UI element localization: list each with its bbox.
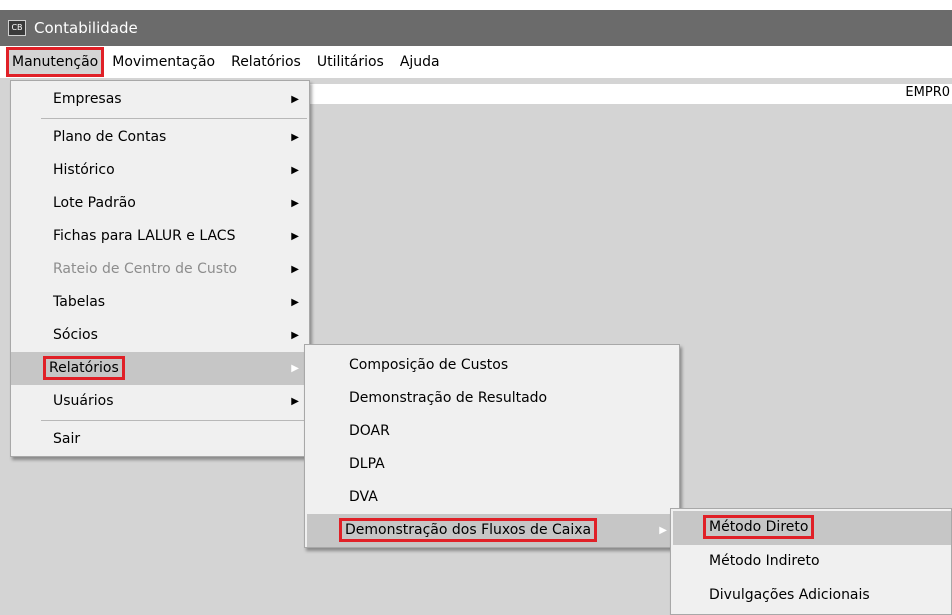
submenu-arrow-icon: ▶ bbox=[291, 330, 299, 341]
menu-item-tabelas[interactable]: Tabelas ▶ bbox=[11, 286, 309, 319]
menu-item-dlpa[interactable]: DLPA bbox=[305, 448, 679, 481]
app-window: CB Contabilidade Manutenção Movimentação… bbox=[0, 0, 952, 615]
menubar-item-ajuda[interactable]: Ajuda bbox=[392, 47, 448, 77]
menu-item-label: Lote Padrão bbox=[53, 195, 136, 211]
submenu-arrow-icon: ▶ bbox=[291, 396, 299, 407]
menu-item-label: Tabelas bbox=[53, 294, 106, 310]
menu-item-usuarios[interactable]: Usuários ▶ bbox=[11, 385, 309, 418]
menu-item-label: Rateio de Centro de Custo bbox=[53, 261, 238, 277]
menu-item-fluxos-de-caixa[interactable]: Demonstração dos Fluxos de Caixa ▶ bbox=[307, 514, 677, 547]
menu-item-label: Divulgações Adicionais bbox=[709, 587, 870, 603]
submenu-arrow-icon: ▶ bbox=[291, 132, 299, 143]
company-strip: EMPR0 bbox=[300, 84, 952, 104]
menu-item-label: Usuários bbox=[53, 393, 114, 409]
menu-item-label: Sócios bbox=[53, 327, 98, 343]
menu-item-metodo-indireto[interactable]: Método Indireto bbox=[671, 545, 951, 579]
menu-item-label: Composição de Custos bbox=[349, 357, 509, 373]
menu-item-label: Método Indireto bbox=[709, 553, 820, 569]
submenu-arrow-icon: ▶ bbox=[291, 264, 299, 275]
menu-item-doar[interactable]: DOAR bbox=[305, 415, 679, 448]
menu-item-sair[interactable]: Sair bbox=[11, 423, 309, 456]
app-logo-icon: CB bbox=[8, 20, 26, 36]
relatorios-submenu: Composição de Custos Demonstração de Res… bbox=[304, 344, 680, 548]
menu-item-label: Empresas bbox=[53, 91, 122, 107]
submenu-arrow-icon: ▶ bbox=[291, 297, 299, 308]
menubar-item-relatorios[interactable]: Relatórios bbox=[223, 47, 309, 77]
submenu-arrow-icon: ▶ bbox=[291, 94, 299, 105]
menu-item-socios[interactable]: Sócios ▶ bbox=[11, 319, 309, 352]
menu-item-divulgacoes-adicionais[interactable]: Divulgações Adicionais bbox=[671, 579, 951, 613]
menubar-item-manutencao[interactable]: Manutenção bbox=[6, 47, 105, 77]
company-label: EMPR0 bbox=[905, 85, 950, 100]
menu-item-label: Sair bbox=[53, 431, 81, 447]
menu-item-relatorios[interactable]: Relatórios ▶ bbox=[11, 352, 309, 385]
submenu-arrow-icon: ▶ bbox=[291, 363, 299, 374]
menu-item-label: Demonstração dos Fluxos de Caixa bbox=[339, 518, 598, 542]
menu-item-label: Fichas para LALUR e LACS bbox=[53, 228, 236, 244]
menubar-item-utilitarios[interactable]: Utilitários bbox=[309, 47, 392, 77]
menu-item-rateio-centro-custo: Rateio de Centro de Custo ▶ bbox=[11, 253, 309, 286]
menu-item-metodo-direto[interactable]: Método Direto bbox=[673, 511, 951, 545]
fluxos-caixa-submenu: Método Direto Método Indireto Divulgaçõe… bbox=[670, 508, 952, 615]
menu-item-label: Histórico bbox=[53, 162, 115, 178]
manutencao-dropdown: Empresas ▶ Plano de Contas ▶ Histórico ▶… bbox=[10, 80, 310, 457]
menu-item-empresas[interactable]: Empresas ▶ bbox=[11, 83, 309, 116]
menu-item-label: Método Direto bbox=[703, 515, 815, 539]
menu-item-dva[interactable]: DVA bbox=[305, 481, 679, 514]
menu-item-label: Plano de Contas bbox=[53, 129, 167, 145]
menu-separator bbox=[41, 118, 307, 119]
menu-item-label: Demonstração de Resultado bbox=[349, 390, 548, 406]
menu-item-plano-de-contas[interactable]: Plano de Contas ▶ bbox=[11, 121, 309, 154]
submenu-arrow-icon: ▶ bbox=[291, 165, 299, 176]
menu-item-label: DLPA bbox=[349, 456, 385, 472]
menu-item-label: Relatórios bbox=[43, 356, 125, 380]
menu-item-label: DOAR bbox=[349, 423, 390, 439]
menu-separator bbox=[41, 420, 307, 421]
submenu-arrow-icon: ▶ bbox=[659, 525, 667, 536]
menubar-item-movimentacao[interactable]: Movimentação bbox=[104, 47, 223, 77]
menu-bar: Manutenção Movimentação Relatórios Utili… bbox=[0, 46, 952, 78]
menu-item-composicao-custos[interactable]: Composição de Custos bbox=[305, 349, 679, 382]
menu-item-lote-padrao[interactable]: Lote Padrão ▶ bbox=[11, 187, 309, 220]
title-bar: CB Contabilidade bbox=[0, 10, 952, 46]
menu-item-fichas-lalur-lacs[interactable]: Fichas para LALUR e LACS ▶ bbox=[11, 220, 309, 253]
submenu-arrow-icon: ▶ bbox=[291, 231, 299, 242]
submenu-arrow-icon: ▶ bbox=[291, 198, 299, 209]
menu-item-historico[interactable]: Histórico ▶ bbox=[11, 154, 309, 187]
window-title: Contabilidade bbox=[34, 19, 138, 37]
menu-item-demonstracao-resultado[interactable]: Demonstração de Resultado bbox=[305, 382, 679, 415]
menu-item-label: DVA bbox=[349, 489, 378, 505]
